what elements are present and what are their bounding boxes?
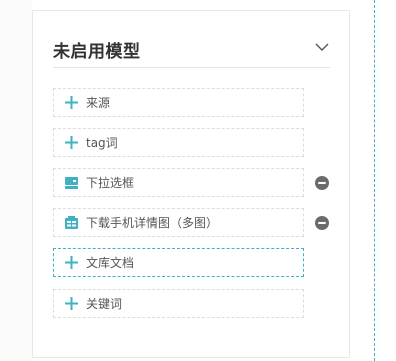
field-label: 下拉选框 [86,176,135,190]
field-item-dropdown[interactable]: 下拉选框 [53,168,304,197]
field-item-tag-word[interactable]: tag词 [53,128,304,157]
chevron-down-icon[interactable] [314,41,330,53]
field-label: tag词 [86,136,118,150]
minus-icon [318,182,326,184]
field-label: 下载手机详情图（多图） [86,216,219,230]
left-background [0,0,32,361]
drop-zone-edge [374,0,375,361]
plus-icon [64,96,78,110]
field-label: 文库文档 [86,256,135,270]
field-item-library-document[interactable]: 文库文档 [53,248,304,277]
minus-icon [318,222,326,224]
plus-icon [64,297,78,311]
field-label: 关键词 [86,297,123,311]
panel-title: 未启用模型 [53,42,141,62]
dropdown-icon [64,176,78,190]
remove-dropdown-button[interactable] [315,176,329,190]
image-gallery-icon [64,216,78,230]
remove-download-images-button[interactable] [315,216,329,230]
plus-icon [64,256,78,270]
page: 未启用模型 来源 tag词 下拉选框 下载手机详情图（多图） 文库文档 关键词 [0,0,396,361]
field-item-source[interactable]: 来源 [53,88,304,117]
field-item-download-detail-images[interactable]: 下载手机详情图（多图） [53,208,304,237]
panel-header[interactable]: 未启用模型 [53,33,330,68]
field-label: 来源 [86,96,111,110]
unused-models-panel: 未启用模型 来源 tag词 下拉选框 下载手机详情图（多图） 文库文档 关键词 [32,10,350,358]
plus-icon [64,136,78,150]
field-item-keyword[interactable]: 关键词 [53,289,304,318]
